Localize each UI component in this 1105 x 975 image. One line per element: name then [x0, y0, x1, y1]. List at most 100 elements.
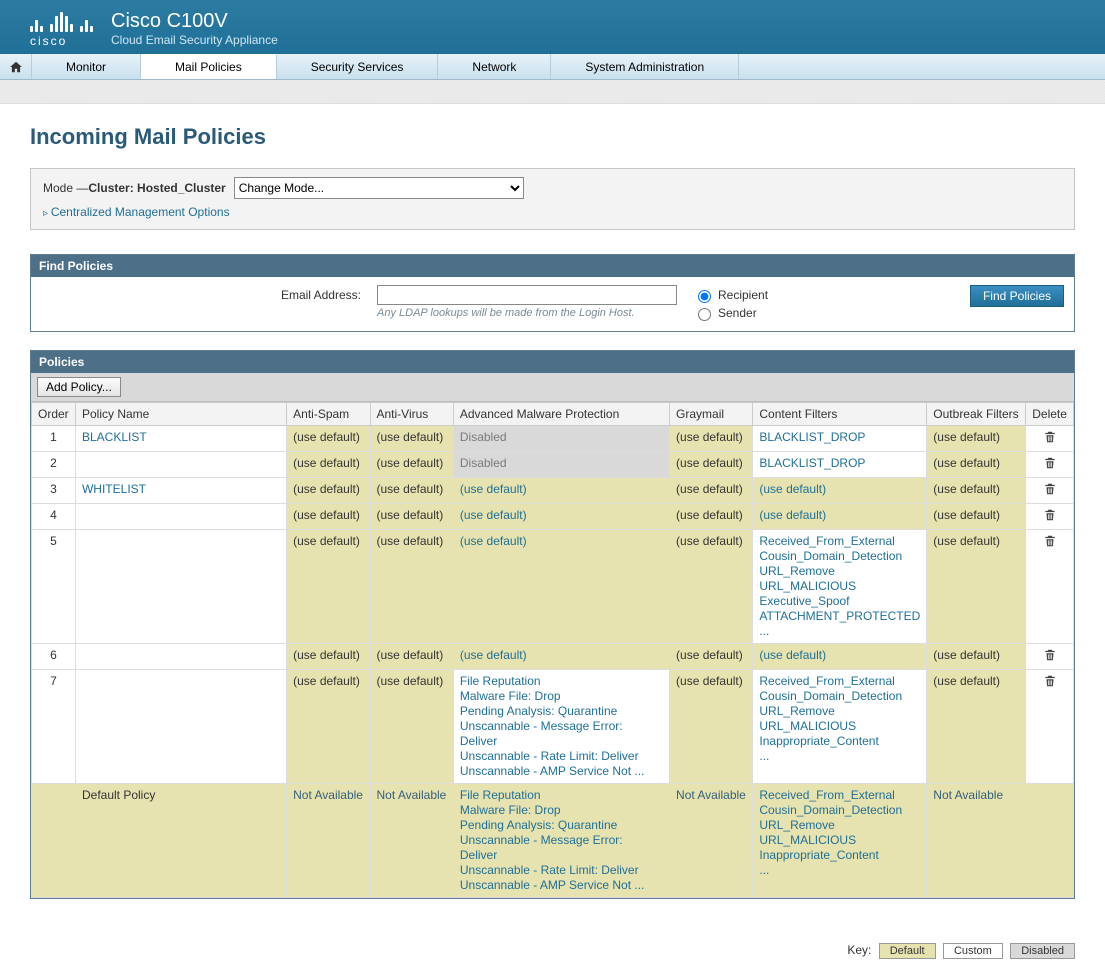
table-row: 5(use default)(use default)(use default)…	[32, 530, 1074, 644]
col-header-delete: Delete	[1026, 403, 1074, 426]
col-header-outbreak-filters: Outbreak Filters	[927, 403, 1026, 426]
recipient-radio[interactable]	[698, 290, 711, 303]
col-header-content-filters: Content Filters	[753, 403, 927, 426]
delete-icon[interactable]	[1043, 430, 1057, 447]
col-header-policy-name: Policy Name	[75, 403, 286, 426]
cell-amp[interactable]: File ReputationMalware File: DropPending…	[453, 784, 669, 898]
cell-of: (use default)	[927, 670, 1026, 784]
mode-select[interactable]: Change Mode...	[234, 177, 524, 199]
col-header-order: Order	[32, 403, 76, 426]
table-row-default-policy: Default PolicyNot AvailableNot Available…	[32, 784, 1074, 898]
cell-delete[interactable]	[1026, 426, 1074, 452]
nav-tab-system-administration[interactable]: System Administration	[551, 54, 739, 79]
cell-delete[interactable]	[1026, 478, 1074, 504]
cell-of: (use default)	[927, 452, 1026, 478]
cell-amp[interactable]: (use default)	[453, 530, 669, 644]
email-address-input[interactable]	[377, 285, 677, 305]
centralized-management-options-link[interactable]: Centralized Management Options	[43, 205, 1062, 219]
cell-cf[interactable]: Received_From_ExternalCousin_Domain_Dete…	[753, 784, 927, 898]
cell-order: 6	[32, 644, 76, 670]
cell-cf[interactable]: Received_From_ExternalCousin_Domain_Dete…	[753, 670, 927, 784]
product-subtitle: Cloud Email Security Appliance	[111, 33, 278, 47]
delete-icon[interactable]	[1043, 648, 1057, 665]
cell-as: Not Available	[287, 784, 370, 898]
cell-delete[interactable]	[1026, 670, 1074, 784]
policies-table: OrderPolicy NameAnti-SpamAnti-VirusAdvan…	[31, 402, 1074, 898]
cell-gray: (use default)	[670, 452, 753, 478]
cell-of: (use default)	[927, 644, 1026, 670]
cell-gray: (use default)	[670, 426, 753, 452]
cell-order: 1	[32, 426, 76, 452]
cell-delete[interactable]	[1026, 644, 1074, 670]
cell-policy-name[interactable]: BLACKLIST	[75, 426, 286, 452]
cell-amp[interactable]: (use default)	[453, 644, 669, 670]
cell-cf[interactable]: (use default)	[753, 504, 927, 530]
delete-icon[interactable]	[1043, 674, 1057, 691]
cell-amp[interactable]: (use default)	[453, 478, 669, 504]
find-policies-button[interactable]: Find Policies	[970, 285, 1064, 307]
cell-amp: Disabled	[453, 426, 669, 452]
cell-av: (use default)	[370, 426, 453, 452]
cell-as: (use default)	[287, 530, 370, 644]
product-title: Cisco C100V	[111, 10, 278, 33]
cell-as: (use default)	[287, 504, 370, 530]
home-icon	[9, 60, 23, 74]
ldap-hint: Any LDAP lookups will be made from the L…	[377, 307, 677, 319]
recipient-radio-label[interactable]: Recipient	[693, 287, 768, 303]
cell-order: 2	[32, 452, 76, 478]
nav-tab-security-services[interactable]: Security Services	[277, 54, 439, 79]
cell-amp[interactable]: File ReputationMalware File: DropPending…	[453, 670, 669, 784]
cell-gray: (use default)	[670, 478, 753, 504]
cell-order: 3	[32, 478, 76, 504]
cell-delete	[1026, 784, 1074, 898]
cell-order: 4	[32, 504, 76, 530]
email-address-label: Email Address:	[41, 285, 361, 302]
nav-tab-monitor[interactable]: Monitor	[32, 54, 141, 79]
legend-label: Key:	[847, 943, 871, 957]
table-row: 4(use default)(use default)(use default)…	[32, 504, 1074, 530]
delete-icon[interactable]	[1043, 508, 1057, 525]
cell-of: (use default)	[927, 478, 1026, 504]
cell-cf[interactable]: Received_From_ExternalCousin_Domain_Dete…	[753, 530, 927, 644]
table-row: 2(use default)(use default)Disabled(use …	[32, 452, 1074, 478]
table-row: 1BLACKLIST (use default) (use default)Disa…	[32, 426, 1074, 452]
cell-av: Not Available	[370, 784, 453, 898]
find-policies-panel: Find Policies Email Address: Any LDAP lo…	[30, 254, 1075, 332]
cell-av: (use default)	[370, 530, 453, 644]
sender-radio-label[interactable]: Sender	[693, 305, 768, 321]
cell-cf[interactable]: BLACKLIST_DROP	[753, 426, 927, 452]
find-policies-header: Find Policies	[31, 255, 1074, 277]
mode-box: Mode —Cluster: Hosted_Cluster Change Mod…	[30, 168, 1075, 230]
sender-radio[interactable]	[698, 308, 711, 321]
cell-av: (use default)	[370, 452, 453, 478]
product-block: Cisco C100V Cloud Email Security Applian…	[111, 10, 278, 47]
table-row: 7(use default)(use default)File Reputati…	[32, 670, 1074, 784]
cell-order: 5	[32, 530, 76, 644]
cell-policy-name	[75, 530, 286, 644]
delete-icon[interactable]	[1043, 456, 1057, 473]
cell-cf[interactable]: (use default)	[753, 478, 927, 504]
cell-delete[interactable]	[1026, 452, 1074, 478]
cell-of: (use default)	[927, 530, 1026, 644]
main-nav: MonitorMail PoliciesSecurity ServicesNet…	[0, 54, 1105, 80]
add-policy-button[interactable]: Add Policy...	[37, 377, 121, 397]
cell-delete[interactable]	[1026, 504, 1074, 530]
cell-of: (use default)	[927, 504, 1026, 530]
cell-amp[interactable]: (use default)	[453, 504, 669, 530]
cell-gray: (use default)	[670, 530, 753, 644]
cisco-logo: cisco	[30, 12, 93, 48]
legend-disabled: Disabled	[1010, 943, 1075, 959]
cell-delete[interactable]	[1026, 530, 1074, 644]
legend-default: Default	[879, 943, 936, 959]
nav-home-button[interactable]	[0, 54, 32, 79]
cell-cf[interactable]: (use default)	[753, 644, 927, 670]
nav-tab-network[interactable]: Network	[438, 54, 551, 79]
nav-tab-mail-policies[interactable]: Mail Policies	[141, 54, 277, 79]
cell-av: (use default)	[370, 504, 453, 530]
cell-policy-name[interactable]: WHITELIST	[75, 478, 286, 504]
cell-cf[interactable]: BLACKLIST_DROP	[753, 452, 927, 478]
cell-gray: Not Available	[670, 784, 753, 898]
delete-icon[interactable]	[1043, 534, 1057, 551]
cell-order	[32, 784, 76, 898]
delete-icon[interactable]	[1043, 482, 1057, 499]
